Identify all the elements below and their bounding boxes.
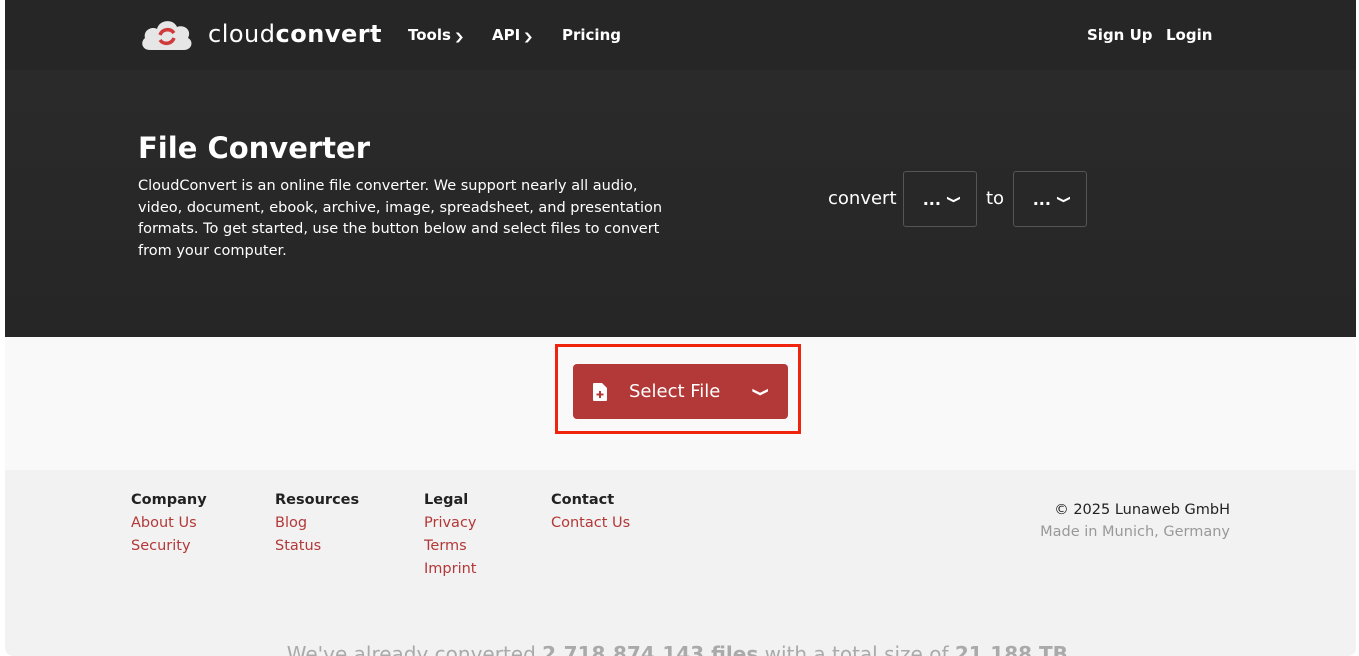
top-nav: cloudconvert Tools ❯ API ❯ Pricing Sign Up… xyxy=(5,0,1356,70)
to-format-value: ... xyxy=(1032,189,1051,209)
made-in: Made in Munich, Germany xyxy=(1040,524,1230,540)
footer-heading: Resources xyxy=(275,492,360,508)
chevron-down-icon: ❯ xyxy=(522,32,534,43)
footer-link-status[interactable]: Status xyxy=(275,538,359,554)
footer-heading: Legal xyxy=(424,492,469,508)
from-format-value: ... xyxy=(922,189,941,209)
to-format-select[interactable]: ... ❯ xyxy=(1013,171,1087,227)
page: cloudconvert Tools ❯ API ❯ Pricing Sign Up… xyxy=(5,0,1356,656)
brand-bold: convert xyxy=(275,20,383,48)
to-label: to xyxy=(986,188,1005,209)
cloud-logo-icon xyxy=(142,21,192,50)
stats-prefix: We've already converted xyxy=(286,642,543,656)
hero-section: cloudconvert Tools ❯ API ❯ Pricing Sign Up… xyxy=(5,0,1356,337)
chevron-down-icon: ❯ xyxy=(453,32,465,43)
stats-text: We've already converted 2,718,874,143 fi… xyxy=(5,642,1356,656)
nav-signup[interactable]: Sign Up xyxy=(1087,26,1153,44)
file-plus-icon xyxy=(593,382,607,401)
select-file-button[interactable]: Select File ❯ xyxy=(573,364,788,419)
footer-link-about[interactable]: About Us xyxy=(131,515,207,531)
select-file-label: Select File xyxy=(629,381,721,402)
footer-heading: Contact xyxy=(551,492,615,508)
stats-suffix: . xyxy=(1067,642,1075,656)
copyright-block: © 2025 Lunaweb GmbH Made in Munich, Germa… xyxy=(1040,499,1230,543)
brand-light: cloud xyxy=(208,20,276,48)
nav-tools-label: Tools xyxy=(408,26,451,44)
page-title: File Converter xyxy=(138,131,371,165)
footer-link-blog[interactable]: Blog xyxy=(275,515,359,531)
copyright: © 2025 Lunaweb GmbH xyxy=(1054,502,1230,518)
convert-label: convert xyxy=(828,188,897,209)
footer-col-company: Company About Us Security xyxy=(131,492,207,561)
select-file-section: Select File ❯ xyxy=(5,337,1356,470)
footer-col-contact: Contact Contact Us xyxy=(551,492,630,538)
footer-link-security[interactable]: Security xyxy=(131,538,207,554)
stats-mid: with a total size of xyxy=(758,642,955,656)
footer-link-terms[interactable]: Terms xyxy=(424,538,477,554)
footer-link-privacy[interactable]: Privacy xyxy=(424,515,477,531)
footer-col-legal: Legal Privacy Terms Imprint xyxy=(424,492,477,584)
nav-api[interactable]: API ❯ xyxy=(492,26,534,44)
nav-tools[interactable]: Tools ❯ xyxy=(408,26,465,44)
chevron-down-icon[interactable]: ❯ xyxy=(752,386,770,396)
footer-link-contact[interactable]: Contact Us xyxy=(551,515,630,531)
nav-pricing[interactable]: Pricing xyxy=(562,26,621,44)
footer-col-resources: Resources Blog Status xyxy=(275,492,359,561)
from-format-select[interactable]: ... ❯ xyxy=(903,171,977,227)
logo[interactable]: cloudconvert xyxy=(140,16,382,52)
nav-api-label: API xyxy=(492,26,521,44)
footer-heading: Company xyxy=(131,492,207,508)
footer-link-imprint[interactable]: Imprint xyxy=(424,561,477,577)
chevron-down-icon: ❯ xyxy=(945,194,961,204)
stats-size: 21,188 TB xyxy=(954,642,1068,656)
footer: Company About Us Security Resources Blog Sta… xyxy=(5,470,1356,656)
nav-login[interactable]: Login xyxy=(1166,26,1212,44)
stats-files: 2,718,874,143 files xyxy=(542,642,759,656)
chevron-down-icon: ❯ xyxy=(1055,194,1071,204)
hero-description: CloudConvert is an online file converter… xyxy=(138,178,663,259)
